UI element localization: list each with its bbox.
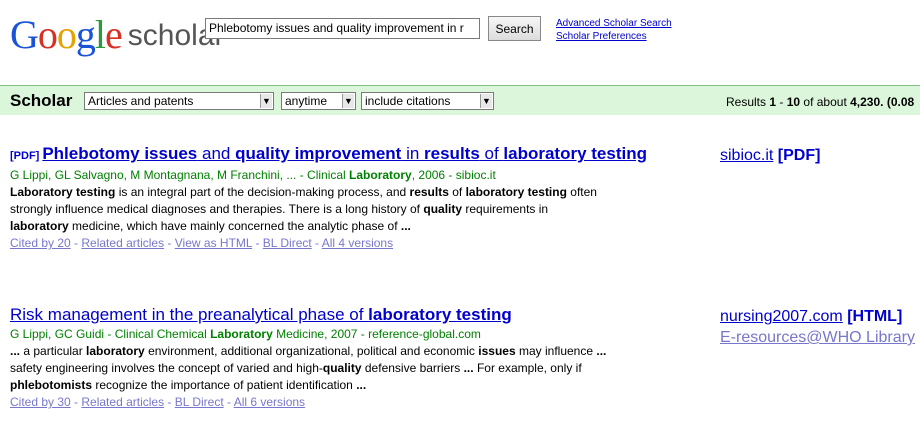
text-run: in bbox=[401, 144, 425, 163]
text-run: requirements in bbox=[462, 202, 549, 216]
highlight-term: ... bbox=[463, 361, 474, 375]
link-separator: - bbox=[164, 236, 175, 250]
text-run: of bbox=[448, 185, 466, 199]
highlight-term: ... bbox=[400, 219, 411, 233]
highlight-term: results bbox=[409, 185, 449, 199]
highlight-term: issues bbox=[478, 344, 516, 358]
scholar-preferences-link[interactable]: Scholar Preferences bbox=[556, 30, 672, 43]
link-separator: - bbox=[70, 236, 82, 250]
text-run: defensive barriers bbox=[361, 361, 464, 375]
result-title-line: Risk management in the preanalytical pha… bbox=[10, 304, 610, 326]
search-result: Risk management in the preanalytical pha… bbox=[10, 304, 610, 411]
highlight-term: Phlebotomy issues bbox=[42, 144, 198, 163]
side-link-row: E-resources@WHO Library bbox=[720, 327, 915, 348]
side-source-link[interactable]: nursing2007.com bbox=[720, 308, 843, 325]
articles-select[interactable]: Articles and patents ▼ bbox=[84, 92, 274, 110]
highlight-term: laboratory bbox=[10, 219, 69, 233]
time-select[interactable]: anytime ▼ bbox=[281, 92, 356, 110]
result-meta: G Lippi, GL Salvagno, M Montagnana, M Fr… bbox=[10, 167, 610, 184]
result-action-link[interactable]: Related articles bbox=[81, 236, 164, 250]
result-title-line: [PDF] Phlebotomy issues and quality impro… bbox=[10, 143, 647, 167]
result-side-links: sibioc.it [PDF] bbox=[720, 145, 820, 166]
highlight-term: laboratory testing bbox=[368, 305, 512, 324]
text-run: For example, only if bbox=[473, 361, 582, 375]
text-run: environment, additional organizational, … bbox=[144, 344, 479, 358]
pdf-tag: [PDF] bbox=[10, 150, 40, 162]
link-separator: - bbox=[311, 236, 322, 250]
bar-title: Scholar bbox=[10, 91, 73, 110]
link-separator: - bbox=[223, 395, 234, 409]
highlight-term: Laboratory testing bbox=[10, 185, 116, 199]
result-snippet: ... a particular laboratory environment,… bbox=[10, 343, 610, 394]
result-title-link[interactable]: Risk management in the preanalytical pha… bbox=[10, 305, 512, 324]
google-wordmark: Google bbox=[10, 12, 123, 57]
text-run: safety engineering involves the concept … bbox=[10, 361, 323, 375]
highlight-term: Laboratory bbox=[349, 168, 412, 182]
text-run: is an integral part of the decision-maki… bbox=[115, 185, 410, 199]
result-action-link[interactable]: Related articles bbox=[81, 395, 164, 409]
citations-select[interactable]: include citations ▼ bbox=[361, 92, 494, 110]
side-source-link[interactable]: E-resources@WHO Library bbox=[720, 329, 915, 346]
text-run: G Lippi, GL Salvagno, M Montagnana, M Fr… bbox=[10, 168, 350, 182]
highlight-term: ... bbox=[356, 378, 367, 392]
results-count: Results 1 - 10 of about 4,230. (0.08 bbox=[726, 95, 915, 109]
text-run: may influence bbox=[515, 344, 597, 358]
result-action-link[interactable]: All 6 versions bbox=[234, 395, 305, 409]
text-run: medicine, which have mainly concerned th… bbox=[68, 219, 401, 233]
link-separator: - bbox=[164, 395, 175, 409]
text-run: of bbox=[479, 144, 504, 163]
google-scholar-logo[interactable]: Google scholar bbox=[10, 15, 225, 55]
link-separator: - bbox=[252, 236, 263, 250]
link-separator: - bbox=[70, 395, 82, 409]
result-action-link[interactable]: BL Direct bbox=[175, 395, 224, 409]
result-links: Cited by 30 - Related articles - BL Dire… bbox=[10, 394, 610, 411]
text-run: , 2006 - sibioc.it bbox=[411, 168, 496, 182]
result-action-link[interactable]: Cited by 30 bbox=[10, 395, 71, 409]
result-snippet: Laboratory testing is an integral part o… bbox=[10, 184, 610, 235]
text-run: Medicine, 2007 - reference-global.com bbox=[272, 327, 481, 341]
search-button[interactable]: Search bbox=[488, 16, 541, 41]
search-result: [PDF] Phlebotomy issues and quality impro… bbox=[10, 143, 647, 252]
result-meta: G Lippi, GC Guidi - Clinical Chemical La… bbox=[10, 326, 610, 343]
chevron-down-icon[interactable]: ▼ bbox=[342, 94, 354, 108]
articles-select-value: Articles and patents bbox=[88, 94, 194, 108]
highlight-term: laboratory bbox=[86, 344, 145, 358]
highlight-term: results bbox=[424, 144, 480, 163]
search-input[interactable]: Phlebotomy issues and quality improvemen… bbox=[205, 18, 480, 39]
text-run: G Lippi, GC Guidi - Clinical Chemical bbox=[10, 327, 211, 341]
format-tag[interactable]: [PDF] bbox=[773, 147, 821, 164]
highlight-term: laboratory testing bbox=[503, 144, 647, 163]
format-tag[interactable]: [HTML] bbox=[843, 308, 902, 325]
result-action-link[interactable]: Cited by 20 bbox=[10, 236, 71, 250]
side-source-link[interactable]: sibioc.it bbox=[720, 147, 773, 164]
side-link-row: sibioc.it [PDF] bbox=[720, 145, 820, 166]
header: Google scholar Phlebotomy issues and qual… bbox=[0, 0, 920, 80]
result-title-link[interactable]: Phlebotomy issues and quality improvemen… bbox=[42, 144, 647, 163]
highlight-term: ... bbox=[10, 344, 21, 358]
highlight-term: quality bbox=[322, 361, 362, 375]
scholar-bar: Scholar Articles and patents ▼ anytime ▼… bbox=[0, 85, 920, 115]
side-link-row: nursing2007.com [HTML] bbox=[720, 306, 915, 327]
result-action-link[interactable]: All 4 versions bbox=[322, 236, 393, 250]
result-action-link[interactable]: View as HTML bbox=[175, 236, 252, 250]
text-run: recognize the importance of patient iden… bbox=[92, 378, 357, 392]
highlight-term: ... bbox=[596, 344, 607, 358]
citations-select-value: include citations bbox=[365, 94, 451, 108]
time-select-value: anytime bbox=[285, 94, 328, 108]
text-run: and bbox=[197, 144, 236, 163]
chevron-down-icon[interactable]: ▼ bbox=[480, 94, 492, 108]
highlight-term: laboratory testing bbox=[465, 185, 567, 199]
advanced-search-link[interactable]: Advanced Scholar Search bbox=[556, 17, 672, 30]
text-run: a particular bbox=[20, 344, 87, 358]
result-side-links: nursing2007.com [HTML] E-resources@WHO Li… bbox=[720, 306, 915, 348]
text-run: Risk management in the preanalytical pha… bbox=[10, 305, 369, 324]
chevron-down-icon[interactable]: ▼ bbox=[260, 94, 272, 108]
highlight-term: quality bbox=[423, 202, 463, 216]
highlight-term: phlebotomists bbox=[10, 378, 93, 392]
result-action-link[interactable]: BL Direct bbox=[263, 236, 312, 250]
result-links: Cited by 20 - Related articles - View as… bbox=[10, 235, 610, 252]
highlight-term: quality improvement bbox=[235, 144, 402, 163]
header-links: Advanced Scholar Search Scholar Preferen… bbox=[556, 17, 672, 43]
highlight-term: Laboratory bbox=[210, 327, 273, 341]
